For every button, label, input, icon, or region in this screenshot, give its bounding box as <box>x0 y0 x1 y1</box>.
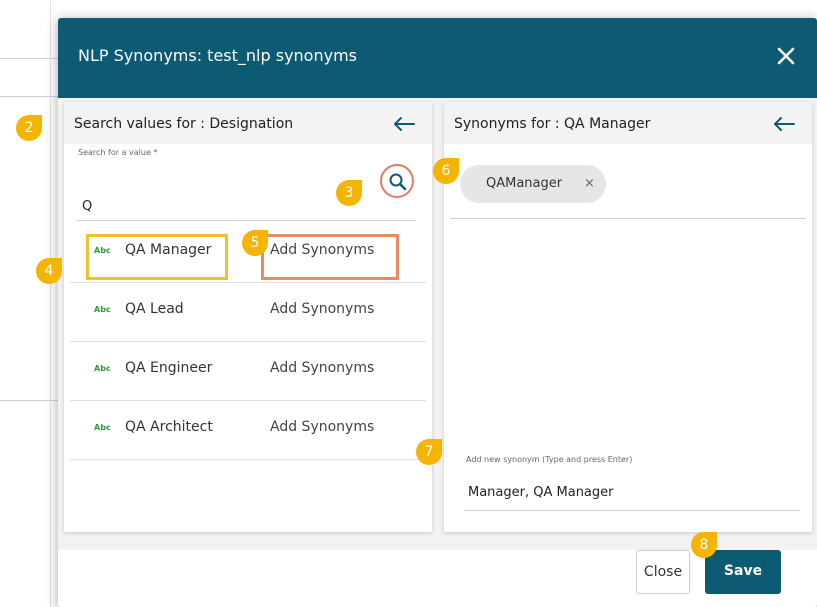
new-synonym-label: Add new synonym (Type and press Enter) <box>466 455 633 464</box>
annotation-marker: 2 <box>14 113 44 143</box>
panel-title: Synonyms for : QA Manager <box>454 116 651 132</box>
text-type-badge: Abc <box>94 305 111 314</box>
search-input[interactable]: Q <box>82 199 92 214</box>
value-label[interactable]: QA Architect <box>125 419 213 435</box>
synonyms-panel: Synonyms for : QA Manager QAManager × Ad… <box>444 102 812 532</box>
value-row: Abc QA Architect Add Synonyms <box>70 401 426 460</box>
text-type-badge: Abc <box>94 423 111 432</box>
annotation-marker: 7 <box>414 437 444 467</box>
highlight-add-synonyms-box <box>261 234 399 280</box>
search-icon <box>389 173 407 191</box>
search-underline <box>76 220 416 221</box>
new-synonym-input[interactable]: Manager, QA Manager <box>468 485 614 500</box>
search-field-label: Search for a value * <box>78 148 158 157</box>
search-values-panel: Search values for : Designation Search f… <box>64 102 432 532</box>
back-arrow-icon[interactable] <box>772 116 796 132</box>
chips-underline <box>450 218 806 219</box>
back-arrow-icon[interactable] <box>392 116 416 132</box>
value-label[interactable]: QA Lead <box>125 301 184 317</box>
text-type-badge: Abc <box>94 364 111 373</box>
annotation-marker: 5 <box>240 228 270 258</box>
value-row: Abc QA Lead Add Synonyms <box>70 283 426 342</box>
new-synonym-underline <box>464 510 800 511</box>
annotation-marker: 6 <box>431 156 461 186</box>
close-button-label: Close <box>643 564 683 580</box>
close-icon[interactable] <box>774 44 798 68</box>
add-synonyms-link[interactable]: Add Synonyms <box>270 301 374 317</box>
panel-header: Synonyms for : QA Manager <box>444 102 812 144</box>
search-button[interactable] <box>380 164 414 198</box>
synonym-chip-label: QAManager <box>486 176 563 191</box>
add-synonyms-link[interactable]: Add Synonyms <box>270 419 374 435</box>
highlight-value-box <box>86 234 228 280</box>
dialog-header: NLP Synonyms: test_nlp synonyms <box>58 18 817 98</box>
annotation-marker: 8 <box>689 530 719 560</box>
annotation-marker: 4 <box>34 256 64 286</box>
annotation-marker: 3 <box>334 178 364 208</box>
value-row: Abc QA Engineer Add Synonyms <box>70 342 426 401</box>
panel-title: Search values for : Designation <box>74 116 294 132</box>
save-button-label: Save <box>723 563 763 579</box>
background-divider <box>50 0 51 607</box>
value-label[interactable]: QA Engineer <box>125 360 212 376</box>
close-button[interactable]: Close <box>636 550 690 594</box>
dialog-title: NLP Synonyms: test_nlp synonyms <box>78 46 357 65</box>
chip-remove-icon[interactable]: × <box>584 176 595 191</box>
nlp-synonyms-dialog: NLP Synonyms: test_nlp synonyms Search v… <box>58 18 817 607</box>
synonym-chip: QAManager × <box>460 165 606 203</box>
panel-header: Search values for : Designation <box>64 102 432 144</box>
add-synonyms-link[interactable]: Add Synonyms <box>270 360 374 376</box>
